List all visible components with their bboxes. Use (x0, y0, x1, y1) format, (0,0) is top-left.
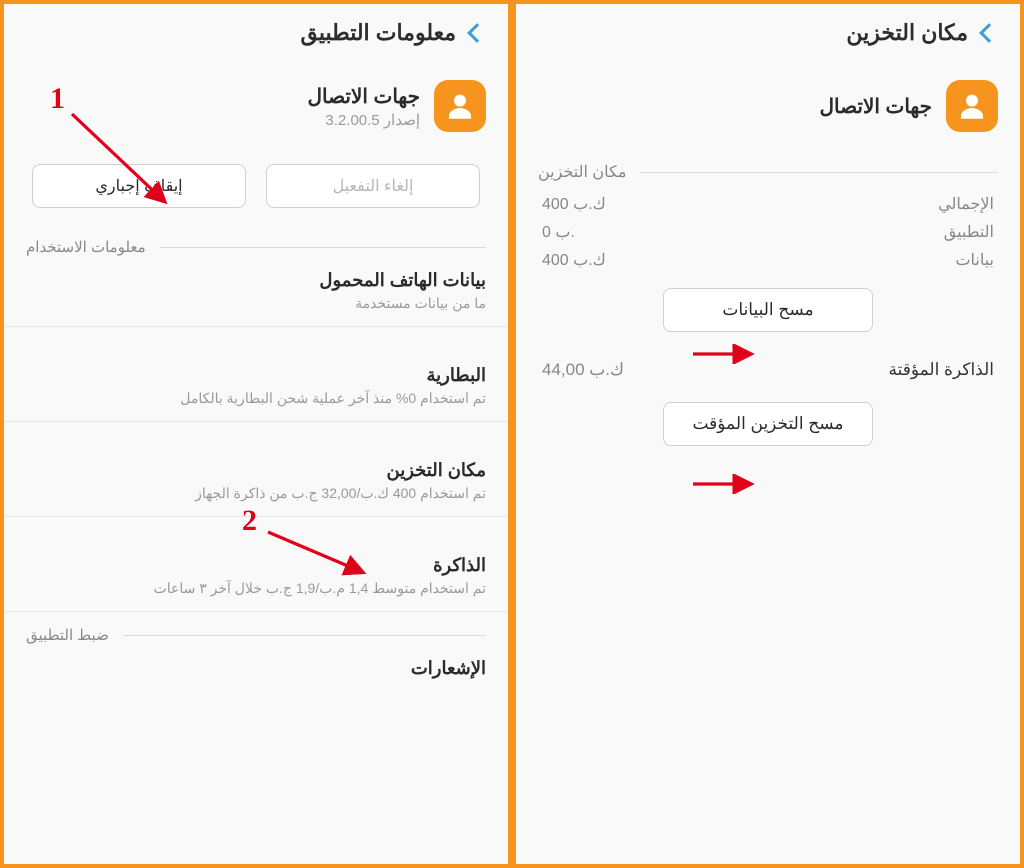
disable-button[interactable]: إلغاء التفعيل (266, 164, 480, 208)
app-info-panel: معلومات التطبيق جهات الاتصال إصدار 3.2.0… (0, 0, 512, 868)
clear-data-row: مسح البيانات (516, 274, 1020, 342)
storage-data-label: بيانات (955, 250, 994, 270)
mobile-data-sub: ما من بيانات مستخدمة (26, 295, 486, 312)
storage-title: مكان التخزين (26, 460, 486, 481)
callout-number-1: 1 (50, 82, 65, 116)
clear-cache-button[interactable]: مسح التخزين المؤقت (663, 402, 873, 446)
divider (123, 635, 486, 636)
battery-sub: تم استخدام 0% منذ آخر عملية شحن البطارية… (26, 390, 486, 407)
notifications-item[interactable]: الإشعارات (4, 644, 508, 693)
storage-data-row: بيانات 400 ك.ب (516, 246, 1020, 274)
action-buttons: إلغاء التفعيل إيقاف إجباري (4, 144, 508, 232)
storage-section-label: مكان التخزين (538, 162, 626, 182)
storage-sub: تم استخدام 400 ك.ب/32,00 ج.ب من ذاكرة ال… (26, 485, 486, 502)
clear-data-button[interactable]: مسح البيانات (663, 288, 873, 332)
storage-app-label: التطبيق (944, 222, 994, 242)
battery-title: البطارية (26, 365, 486, 386)
storage-app-value: 0 ب. (542, 222, 575, 242)
back-icon[interactable] (979, 23, 999, 43)
cache-row: الذاكرة المؤقتة 44,00 ك.ب (516, 342, 1020, 384)
divider (160, 247, 486, 248)
usage-section-label: معلومات الاستخدام (26, 238, 146, 256)
person-icon (955, 89, 989, 123)
contacts-app-icon (946, 80, 998, 132)
storage-app-row: التطبيق 0 ب. (516, 218, 1020, 246)
cache-label: الذاكرة المؤقتة (888, 360, 994, 380)
clear-cache-row: مسح التخزين المؤقت (516, 384, 1020, 456)
memory-title: الذاكرة (26, 555, 486, 576)
appsettings-section-label: ضبط التطبيق (26, 626, 109, 644)
battery-item[interactable]: البطارية تم استخدام 0% منذ آخر عملية شحن… (4, 351, 508, 422)
memory-sub: تم استخدام متوسط 1,4 م.ب/1,9 ج.ب خلال آخ… (26, 580, 486, 597)
app-version: إصدار 3.2.00.5 (307, 111, 420, 129)
storage-total-value: 400 ك.ب (542, 194, 606, 214)
contacts-app-icon (434, 80, 486, 132)
page-title: مكان التخزين (846, 20, 968, 46)
header: معلومات التطبيق (4, 4, 508, 66)
notifications-title: الإشعارات (26, 658, 486, 679)
appsettings-section-header: ضبط التطبيق (4, 626, 508, 644)
callout-number-2: 2 (242, 504, 257, 538)
usage-section-header: معلومات الاستخدام (4, 238, 508, 256)
person-icon (443, 89, 477, 123)
mobile-data-item[interactable]: بيانات الهاتف المحمول ما من بيانات مستخد… (4, 256, 508, 327)
app-texts: جهات الاتصال إصدار 3.2.00.5 (307, 84, 420, 129)
app-texts: جهات الاتصال (819, 94, 932, 119)
cache-value: 44,00 ك.ب (542, 360, 624, 380)
back-icon[interactable] (467, 23, 487, 43)
app-name: جهات الاتصال (307, 84, 420, 109)
storage-total-label: الإجمالي (938, 194, 994, 214)
page-title: معلومات التطبيق (301, 20, 456, 46)
storage-section-header: مكان التخزين (516, 162, 1020, 182)
header: مكان التخزين (516, 4, 1020, 66)
app-summary: جهات الاتصال (516, 66, 1020, 144)
arrow-to-clear-cache-icon (688, 474, 758, 494)
storage-panel: مكان التخزين جهات الاتصال مكان التخزين ا… (512, 0, 1024, 868)
storage-total-row: الإجمالي 400 ك.ب (516, 190, 1020, 218)
divider (640, 172, 998, 173)
app-name: جهات الاتصال (819, 94, 932, 119)
storage-data-value: 400 ك.ب (542, 250, 606, 270)
mobile-data-title: بيانات الهاتف المحمول (26, 270, 486, 291)
app-summary: جهات الاتصال إصدار 3.2.00.5 (4, 66, 508, 144)
force-stop-button[interactable]: إيقاف إجباري (32, 164, 246, 208)
memory-item[interactable]: الذاكرة تم استخدام متوسط 1,4 م.ب/1,9 ج.ب… (4, 541, 508, 612)
